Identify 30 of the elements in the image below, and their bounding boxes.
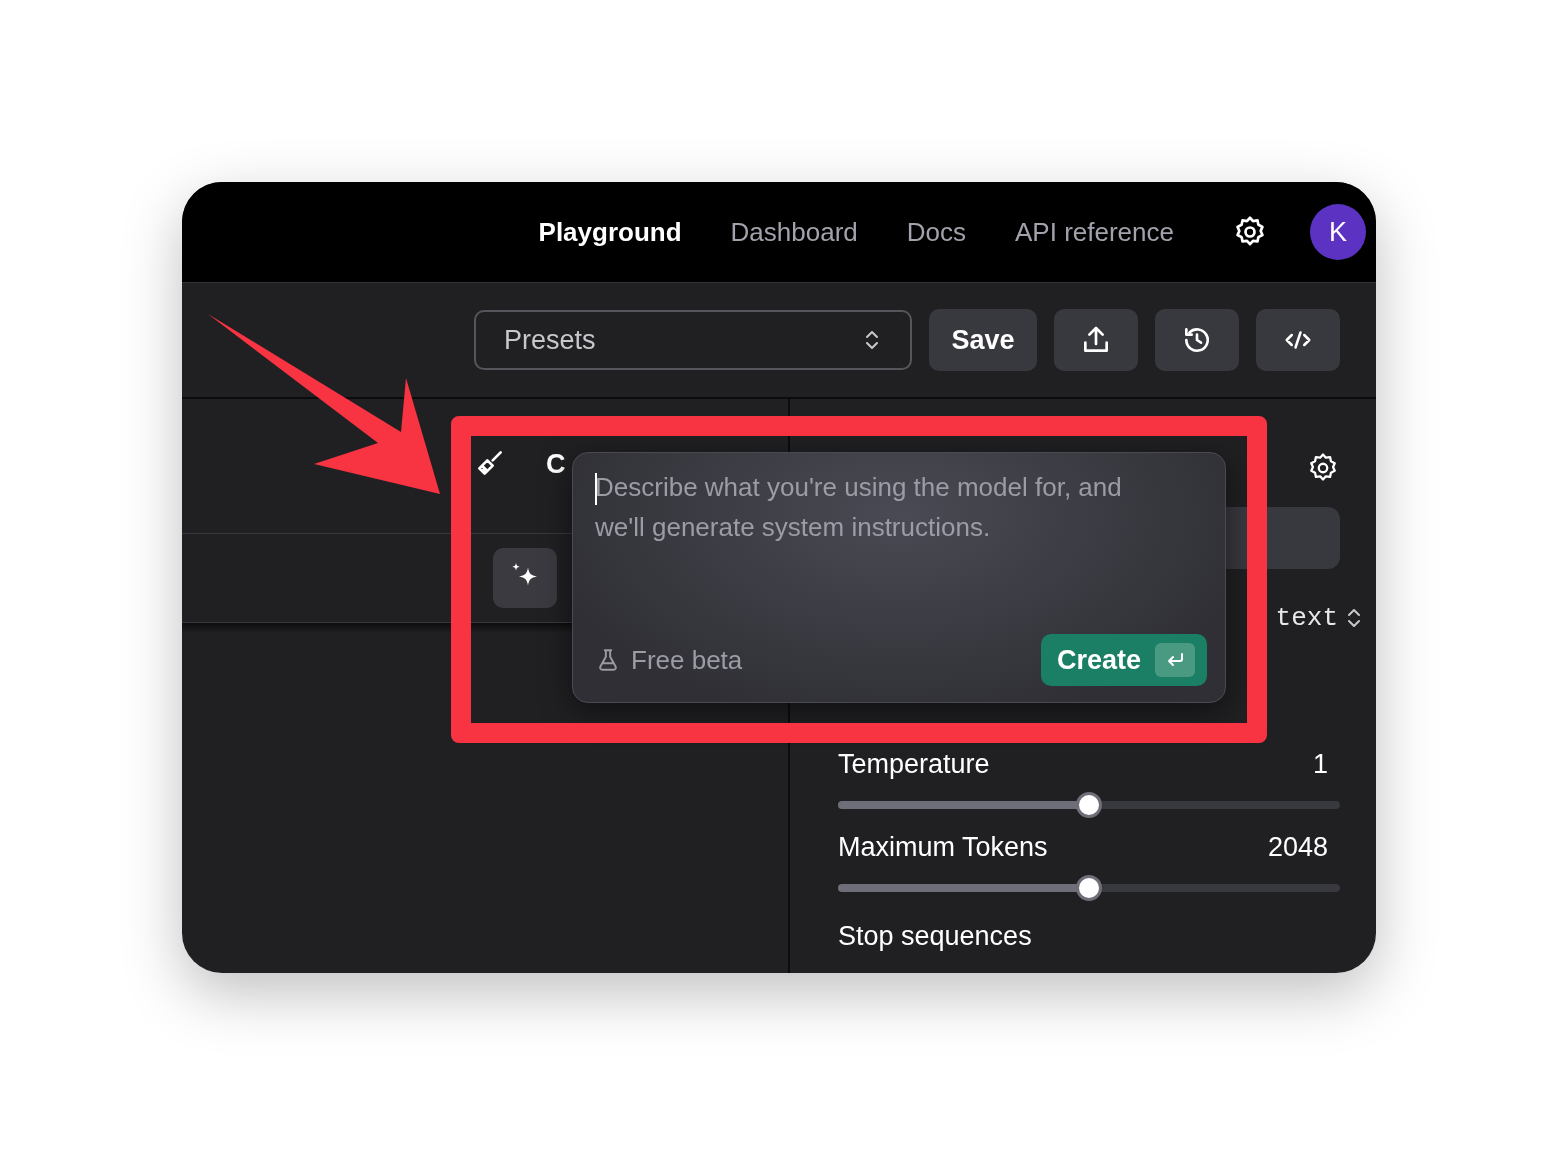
generate-button[interactable] [493, 548, 557, 608]
slider[interactable] [838, 875, 1340, 901]
history-button[interactable] [1155, 309, 1239, 371]
section-title: C [546, 449, 566, 480]
slider-thumb[interactable] [1076, 875, 1102, 901]
response-format-select[interactable]: text [1275, 603, 1338, 633]
enter-key-icon [1155, 643, 1195, 677]
avatar[interactable]: K [1310, 204, 1366, 260]
parameter-value: 2048 [1267, 832, 1328, 863]
nav-tab[interactable]: Dashboard [730, 216, 858, 248]
nav-tab[interactable]: Docs [906, 216, 966, 248]
chevron-updown-icon [1346, 606, 1362, 630]
parameter-label: Maximum Tokens [838, 832, 1048, 863]
text-cursor [595, 473, 597, 505]
presets-dropdown[interactable]: Presets [474, 310, 912, 370]
create-button[interactable]: Create [1040, 634, 1207, 686]
slider-thumb[interactable] [1076, 792, 1102, 818]
description-input[interactable]: Describe what you're using the model for, and we'll generate system instructions. [595, 467, 1207, 634]
generate-popup[interactable]: Describe what you're using the model for, and we'll generate system instructions. Free beta Create [572, 452, 1226, 703]
upload-button[interactable] [1054, 309, 1138, 371]
nav-tab[interactable]: Playground [538, 216, 682, 248]
parameter-label: Stop sequences [838, 921, 1033, 952]
parameter-label: Temperature [838, 749, 990, 780]
beta-note: Free beta [631, 644, 744, 676]
nav-tab[interactable]: API reference [1015, 216, 1174, 248]
chevron-updown-icon [864, 328, 880, 352]
code-button[interactable] [1256, 309, 1340, 371]
save-button[interactable]: Save [929, 309, 1037, 371]
slider[interactable] [838, 792, 1340, 818]
parameter-value: 1 [1312, 749, 1328, 780]
